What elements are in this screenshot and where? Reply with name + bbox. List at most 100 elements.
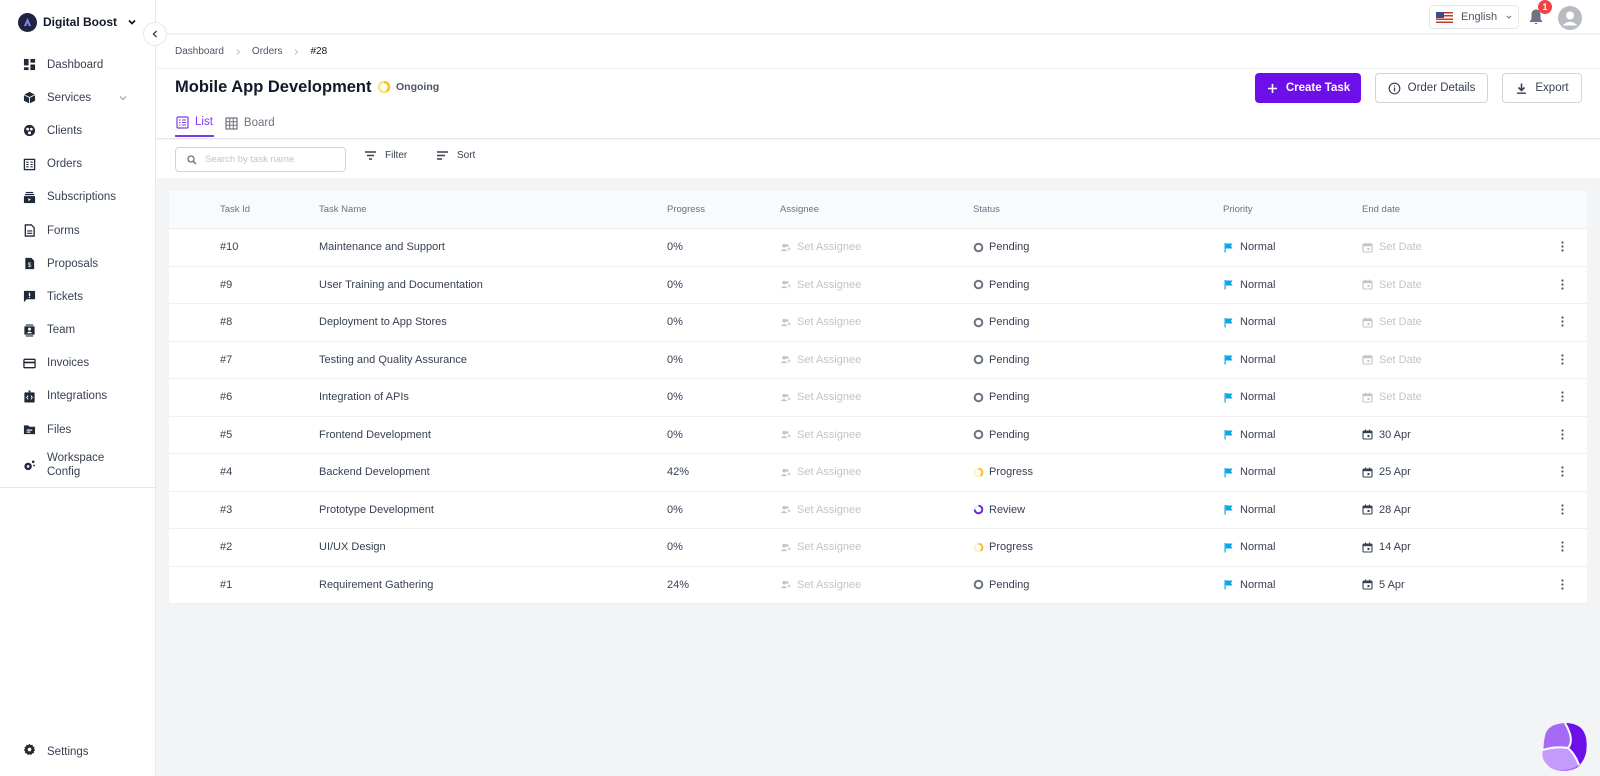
table-row[interactable]: #10 Maintenance and Support 0% Set Assig… bbox=[169, 229, 1587, 267]
filter-button[interactable]: Filter bbox=[364, 150, 407, 161]
column-header-priority[interactable]: Priority bbox=[1223, 204, 1253, 215]
status-select[interactable]: Pending bbox=[973, 354, 1029, 366]
task-name[interactable]: Frontend Development bbox=[319, 429, 431, 441]
row-actions-button[interactable] bbox=[1557, 466, 1567, 477]
assignee-picker[interactable]: Set Assignee bbox=[780, 279, 861, 291]
status-select[interactable]: Progress bbox=[973, 541, 1033, 553]
create-task-button[interactable]: Create Task bbox=[1255, 73, 1361, 103]
assignee-picker[interactable]: Set Assignee bbox=[780, 316, 861, 328]
table-row[interactable]: #2 UI/UX Design 0% Set Assignee Progress… bbox=[169, 529, 1587, 567]
column-header-assignee[interactable]: Assignee bbox=[780, 204, 819, 215]
priority-select[interactable]: Normal bbox=[1223, 279, 1275, 291]
tab-list[interactable]: List bbox=[175, 109, 214, 137]
user-avatar[interactable] bbox=[1558, 6, 1582, 30]
sidebar-item-dashboard[interactable]: Dashboard bbox=[0, 48, 156, 81]
end-date-picker[interactable]: 14 Apr bbox=[1362, 541, 1411, 553]
sidebar-item-workspace-config[interactable]: Workspace Config bbox=[0, 446, 156, 484]
table-row[interactable]: #6 Integration of APIs 0% Set Assignee P… bbox=[169, 379, 1587, 417]
assignee-picker[interactable]: Set Assignee bbox=[780, 504, 861, 516]
column-header-progress[interactable]: Progress bbox=[667, 204, 705, 215]
sidebar-item-integrations[interactable]: Integrations bbox=[0, 380, 156, 413]
tab-board[interactable]: Board bbox=[224, 109, 276, 137]
sidebar-item-services[interactable]: Services bbox=[0, 81, 156, 114]
priority-select[interactable]: Normal bbox=[1223, 241, 1275, 253]
export-button[interactable]: Export bbox=[1502, 73, 1582, 103]
end-date-picker[interactable]: Set Date bbox=[1362, 241, 1422, 253]
column-header-status[interactable]: Status bbox=[973, 204, 1000, 215]
row-actions-button[interactable] bbox=[1557, 278, 1567, 290]
end-date-picker[interactable]: 25 Apr bbox=[1362, 466, 1411, 478]
assignee-picker[interactable]: Set Assignee bbox=[780, 429, 861, 441]
table-row[interactable]: #4 Backend Development 42% Set Assignee … bbox=[169, 454, 1587, 492]
status-select[interactable]: Pending bbox=[973, 579, 1029, 591]
end-date-picker[interactable]: 28 Apr bbox=[1362, 504, 1411, 516]
task-name[interactable]: Testing and Quality Assurance bbox=[319, 354, 467, 366]
end-date-picker[interactable]: 5 Apr bbox=[1362, 579, 1405, 591]
row-actions-button[interactable] bbox=[1557, 578, 1567, 590]
search-input[interactable] bbox=[205, 154, 345, 165]
sidebar-item-orders[interactable]: Orders bbox=[0, 148, 156, 181]
table-row[interactable]: #9 User Training and Documentation 0% Se… bbox=[169, 267, 1587, 304]
priority-select[interactable]: Normal bbox=[1223, 579, 1275, 591]
priority-select[interactable]: Normal bbox=[1223, 354, 1275, 366]
task-name[interactable]: User Training and Documentation bbox=[319, 279, 483, 291]
row-actions-button[interactable] bbox=[1557, 241, 1567, 252]
status-select[interactable]: Pending bbox=[973, 316, 1029, 328]
column-header-task-name[interactable]: Task Name bbox=[319, 204, 367, 215]
status-select[interactable]: Progress bbox=[973, 466, 1033, 478]
collapse-sidebar-button[interactable] bbox=[143, 22, 167, 46]
assignee-picker[interactable]: Set Assignee bbox=[780, 241, 861, 253]
end-date-picker[interactable]: 30 Apr bbox=[1362, 429, 1411, 441]
chat-widget-button[interactable] bbox=[1535, 718, 1591, 774]
table-row[interactable]: #5 Frontend Development 0% Set Assignee … bbox=[169, 417, 1587, 454]
sidebar-item-files[interactable]: Files bbox=[0, 413, 156, 446]
sidebar-item-invoices[interactable]: Invoices bbox=[0, 347, 156, 380]
sidebar-item-proposals[interactable]: $ Proposals bbox=[0, 247, 156, 280]
assignee-picker[interactable]: Set Assignee bbox=[780, 541, 861, 553]
task-name[interactable]: Deployment to App Stores bbox=[319, 316, 447, 328]
column-header-end-date[interactable]: End date bbox=[1362, 204, 1400, 215]
priority-select[interactable]: Normal bbox=[1223, 391, 1275, 403]
status-select[interactable]: Pending bbox=[973, 429, 1029, 441]
priority-select[interactable]: Normal bbox=[1223, 466, 1275, 478]
table-row[interactable]: #7 Testing and Quality Assurance 0% Set … bbox=[169, 342, 1587, 379]
row-actions-button[interactable] bbox=[1557, 428, 1567, 440]
task-name[interactable]: Requirement Gathering bbox=[319, 579, 433, 591]
priority-select[interactable]: Normal bbox=[1223, 504, 1275, 516]
order-details-button[interactable]: Order Details bbox=[1375, 73, 1488, 103]
status-select[interactable]: Review bbox=[973, 504, 1025, 516]
priority-select[interactable]: Normal bbox=[1223, 316, 1275, 328]
status-select[interactable]: Pending bbox=[973, 241, 1029, 253]
end-date-picker[interactable]: Set Date bbox=[1362, 316, 1422, 328]
row-actions-button[interactable] bbox=[1557, 391, 1567, 402]
assignee-picker[interactable]: Set Assignee bbox=[780, 466, 861, 478]
sidebar-item-forms[interactable]: Forms bbox=[0, 214, 156, 247]
sidebar-item-clients[interactable]: Clients bbox=[0, 114, 156, 147]
end-date-picker[interactable]: Set Date bbox=[1362, 354, 1422, 366]
task-name[interactable]: Backend Development bbox=[319, 466, 430, 478]
table-row[interactable]: #1 Requirement Gathering 24% Set Assigne… bbox=[169, 567, 1587, 604]
row-actions-button[interactable] bbox=[1557, 353, 1567, 365]
priority-select[interactable]: Normal bbox=[1223, 429, 1275, 441]
row-actions-button[interactable] bbox=[1557, 316, 1567, 327]
task-name[interactable]: Maintenance and Support bbox=[319, 241, 445, 253]
breadcrumb-dashboard[interactable]: Dashboard bbox=[175, 46, 224, 57]
table-row[interactable]: #3 Prototype Development 0% Set Assignee… bbox=[169, 492, 1587, 529]
status-select[interactable]: Pending bbox=[973, 279, 1029, 291]
sort-button[interactable]: Sort bbox=[436, 150, 475, 161]
row-actions-button[interactable] bbox=[1557, 541, 1567, 552]
task-name[interactable]: UI/UX Design bbox=[319, 541, 386, 553]
assignee-picker[interactable]: Set Assignee bbox=[780, 579, 861, 591]
end-date-picker[interactable]: Set Date bbox=[1362, 279, 1422, 291]
assignee-picker[interactable]: Set Assignee bbox=[780, 391, 861, 403]
task-name[interactable]: Integration of APIs bbox=[319, 391, 409, 403]
priority-select[interactable]: Normal bbox=[1223, 541, 1275, 553]
sidebar-item-settings[interactable]: Settings bbox=[0, 739, 156, 765]
sidebar-item-subscriptions[interactable]: Subscriptions bbox=[0, 181, 156, 214]
table-row[interactable]: #8 Deployment to App Stores 0% Set Assig… bbox=[169, 304, 1587, 342]
status-select[interactable]: Pending bbox=[973, 391, 1029, 403]
sidebar-item-tickets[interactable]: Tickets bbox=[0, 280, 156, 313]
assignee-picker[interactable]: Set Assignee bbox=[780, 354, 861, 366]
workspace-switcher[interactable]: Digital Boost bbox=[18, 12, 137, 32]
task-name[interactable]: Prototype Development bbox=[319, 504, 434, 516]
